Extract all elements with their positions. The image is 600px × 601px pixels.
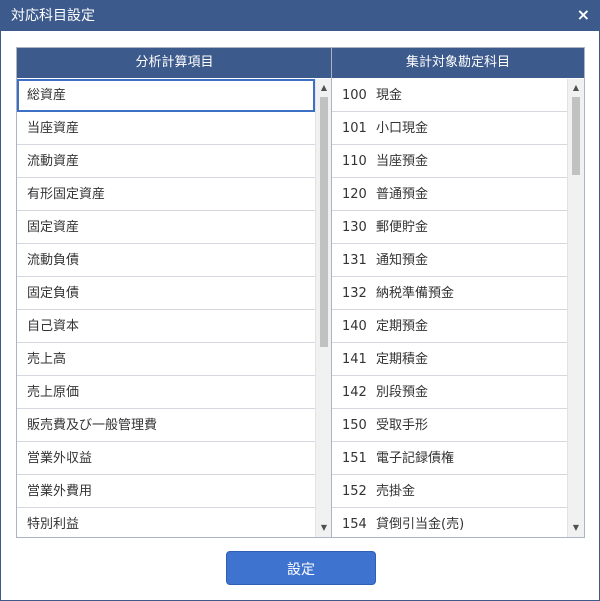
account-name: 貸倒引当金(売) [376, 517, 465, 532]
account-code: 110 [342, 154, 367, 169]
list-item[interactable]: 100 現金 [332, 79, 567, 112]
list-item[interactable]: 142 別段預金 [332, 376, 567, 409]
list-item[interactable]: 120 普通預金 [332, 178, 567, 211]
account-code: 140 [342, 319, 367, 334]
account-code: 100 [342, 88, 367, 103]
list-item[interactable]: 営業外費用 [17, 475, 315, 508]
list-item[interactable]: 流動資産 [17, 145, 315, 178]
scrollbar-thumb[interactable] [572, 97, 580, 175]
scroll-up-icon[interactable]: ▲ [568, 81, 584, 95]
list-item[interactable]: 当座資産 [17, 112, 315, 145]
account-name: 小口現金 [376, 121, 429, 136]
list-item[interactable]: 固定資産 [17, 211, 315, 244]
list-item[interactable]: 151 電子記録債権 [332, 442, 567, 475]
account-code: 101 [342, 121, 367, 136]
left-scrollbar[interactable]: ▲ ▼ [315, 79, 332, 537]
scrollbar-thumb[interactable] [320, 97, 328, 347]
list-item[interactable]: 154 貸倒引当金(売) [332, 508, 567, 537]
account-name: 納税準備預金 [376, 286, 455, 301]
list-item[interactable]: 140 定期預金 [332, 310, 567, 343]
list-item[interactable]: 110 当座預金 [332, 145, 567, 178]
set-button[interactable]: 設定 [226, 551, 376, 585]
list-item[interactable]: 総資産 [17, 79, 315, 112]
account-code: 142 [342, 385, 367, 400]
account-code: 141 [342, 352, 367, 367]
list-item[interactable]: 152 売掛金 [332, 475, 567, 508]
scroll-up-icon[interactable]: ▲ [316, 81, 332, 95]
list-item[interactable]: 固定負債 [17, 277, 315, 310]
analysis-items-list: 総資産 当座資産 流動資産 有形固定資産 固定資産 流動負債 固定負債 自己資本 売上高 売上原価… [17, 79, 315, 537]
account-name: 定期積金 [376, 352, 429, 367]
account-name: 普通預金 [376, 187, 429, 202]
account-name: 受取手形 [376, 418, 429, 433]
account-name: 当座預金 [376, 154, 429, 169]
list-item[interactable]: 132 納税準備預金 [332, 277, 567, 310]
account-code: 151 [342, 451, 367, 466]
right-scrollbar[interactable]: ▲ ▼ [567, 79, 584, 537]
account-code: 132 [342, 286, 367, 301]
title-bar: 対応科目設定 × [1, 1, 599, 31]
account-code: 130 [342, 220, 367, 235]
account-code: 154 [342, 517, 367, 532]
account-name: 通知預金 [376, 253, 429, 268]
list-item[interactable]: 流動負債 [17, 244, 315, 277]
target-accounts-panel: 集計対象勘定科目 100 現金 101 小口現金 110 当座預金 120 普通預金 130 郵便… [331, 47, 585, 538]
analysis-items-panel: 分析計算項目 総資産 当座資産 流動資産 有形固定資産 固定資産 流動負債 固定負債 自己資本… [16, 47, 333, 538]
target-accounts-list: 100 現金 101 小口現金 110 当座預金 120 普通預金 130 郵便貯金 131 通知預金… [332, 79, 567, 537]
list-item[interactable]: 131 通知預金 [332, 244, 567, 277]
close-icon[interactable]: × [577, 6, 590, 24]
list-item[interactable]: 有形固定資産 [17, 178, 315, 211]
analysis-items-header: 分析計算項目 [17, 48, 332, 78]
account-code: 152 [342, 484, 367, 499]
list-item[interactable]: 販売費及び一般管理費 [17, 409, 315, 442]
account-name: 現金 [376, 88, 403, 103]
account-name: 電子記録債権 [376, 451, 455, 466]
dialog-title: 対応科目設定 [11, 8, 95, 24]
target-accounts-header: 集計対象勘定科目 [332, 48, 584, 78]
account-code: 120 [342, 187, 367, 202]
list-item[interactable]: 営業外収益 [17, 442, 315, 475]
account-code: 131 [342, 253, 367, 268]
list-item[interactable]: 売上高 [17, 343, 315, 376]
list-item[interactable]: 141 定期積金 [332, 343, 567, 376]
account-code: 150 [342, 418, 367, 433]
account-name: 売掛金 [376, 484, 416, 499]
account-name: 別段預金 [376, 385, 429, 400]
list-item[interactable]: 売上原価 [17, 376, 315, 409]
account-name: 定期預金 [376, 319, 429, 334]
list-item[interactable]: 130 郵便貯金 [332, 211, 567, 244]
dialog: 対応科目設定 × 分析計算項目 総資産 当座資産 流動資産 有形固定資産 固定資産 流動負… [0, 0, 600, 601]
list-item[interactable]: 101 小口現金 [332, 112, 567, 145]
list-item[interactable]: 特別利益 [17, 508, 315, 537]
list-item[interactable]: 150 受取手形 [332, 409, 567, 442]
list-item[interactable]: 自己資本 [17, 310, 315, 343]
account-name: 郵便貯金 [376, 220, 429, 235]
scroll-down-icon[interactable]: ▼ [316, 521, 332, 535]
scroll-down-icon[interactable]: ▼ [568, 521, 584, 535]
